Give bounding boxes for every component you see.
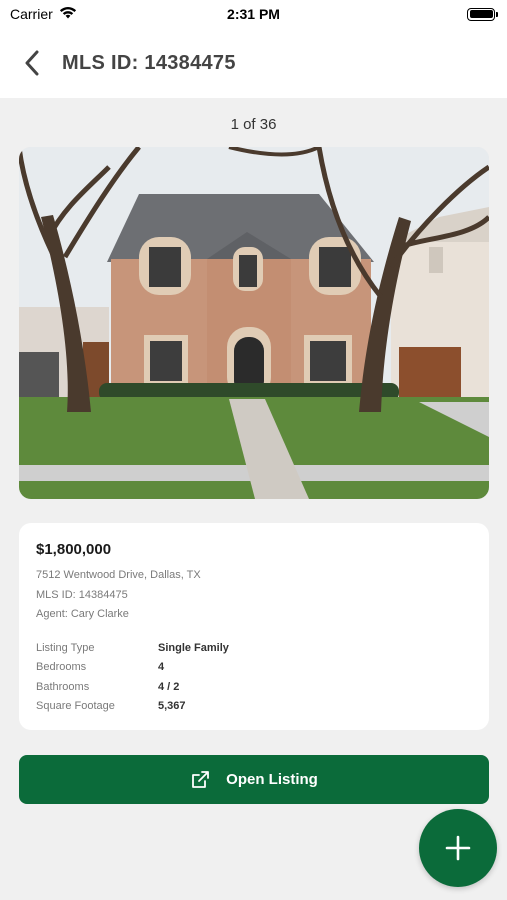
carrier-label: Carrier (10, 6, 53, 22)
back-button[interactable] (12, 43, 52, 83)
add-fab-button[interactable] (419, 809, 497, 887)
listing-mls-id: MLS ID: 14384475 (36, 588, 128, 601)
status-left: Carrier (10, 6, 77, 22)
detail-row-listing-type: Listing Type Single Family (36, 639, 472, 659)
battery-icon (467, 7, 498, 21)
detail-row-bathrooms: Bathrooms 4 / 2 (36, 678, 472, 698)
detail-row-square-footage: Square Footage 5,367 (36, 697, 472, 717)
listing-address: 7512 Wentwood Drive, Dallas, TX (36, 569, 201, 581)
detail-value: 5,367 (158, 700, 186, 712)
detail-label: Bedrooms (36, 661, 87, 673)
page-title: MLS ID: 14384475 (62, 51, 236, 74)
external-link-icon (192, 770, 210, 788)
listing-price: $1,800,000 (36, 541, 112, 558)
open-listing-button[interactable]: Open Listing (19, 755, 489, 804)
detail-label: Bathrooms (36, 680, 90, 693)
open-listing-label: Open Listing (226, 771, 318, 788)
photo-counter: 1 of 36 (230, 116, 277, 133)
plus-icon (445, 835, 471, 861)
listing-info-card: $1,800,000 7512 Wentwood Drive, Dallas, … (19, 523, 489, 730)
status-bar: Carrier 2:31 PM (0, 0, 507, 28)
listing-details: Listing Type Single Family Bedrooms 4 Ba… (36, 639, 472, 717)
house-photo-image (19, 147, 489, 499)
detail-value: 4 (158, 661, 165, 673)
listing-agent: Agent: Cary Clarke (36, 608, 129, 620)
detail-row-bedrooms: Bedrooms 4 (36, 658, 472, 678)
detail-label: Square Footage (36, 700, 115, 712)
detail-value: Single Family (158, 641, 229, 654)
nav-header: MLS ID: 14384475 (0, 28, 507, 98)
detail-label: Listing Type (36, 641, 95, 654)
listing-photo[interactable] (19, 147, 489, 499)
detail-value: 4 / 2 (158, 680, 180, 693)
wifi-icon (59, 6, 77, 22)
chevron-left-icon (25, 50, 39, 76)
